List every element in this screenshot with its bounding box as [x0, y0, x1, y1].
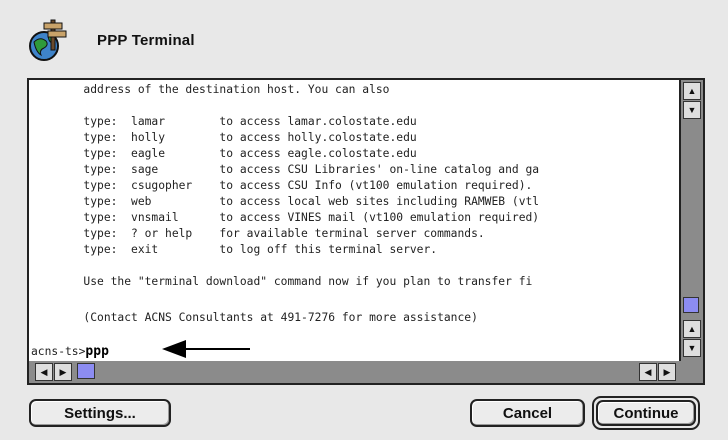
terminal-line: type: exit to log off this terminal serv…	[29, 243, 438, 256]
terminal-output: address of the destination host. You can…	[29, 80, 684, 360]
scroll-right-icon[interactable]: ▶	[658, 363, 676, 381]
terminal-line: type: vnsmail to access VINES mail (vt10…	[29, 211, 540, 224]
horizontal-scrollbar[interactable]: ◀ ▶ ◀ ▶	[27, 361, 705, 385]
terminal-line: type: lamar to access lamar.colostate.ed…	[29, 115, 417, 128]
terminal-area[interactable]: address of the destination host. You can…	[27, 78, 681, 385]
scroll-down-icon[interactable]: ▼	[683, 101, 701, 119]
command-input[interactable]: ppp	[85, 344, 108, 359]
terminal-line: type: holly to access holly.colostate.ed…	[29, 131, 417, 144]
ppp-signpost-globe-icon	[29, 19, 67, 61]
terminal-line: (Contact ACNS Consultants at 491-7276 fo…	[29, 311, 478, 324]
terminal-line: type: eagle to access eagle.colostate.ed…	[29, 147, 417, 160]
terminal-line: type: ? or help for available terminal s…	[29, 227, 485, 240]
continue-button[interactable]: Continue	[596, 400, 696, 426]
terminal-line: type: web to access local web sites incl…	[29, 195, 540, 208]
scroll-left-icon[interactable]: ◀	[639, 363, 657, 381]
terminal-line: type: sage to access CSU Libraries' on-l…	[29, 163, 540, 176]
scroll-up-icon[interactable]: ▲	[683, 82, 701, 100]
terminal-line: Use the "terminal download" command now …	[29, 275, 533, 288]
command-prompt: acns-ts>	[31, 345, 86, 358]
scroll-right-icon[interactable]: ▶	[54, 363, 72, 381]
window-title: PPP Terminal	[97, 32, 195, 49]
scroll-up-icon[interactable]: ▲	[683, 320, 701, 338]
command-line[interactable]: acns-ts>ppp	[31, 344, 109, 359]
ppp-terminal-dialog: PPP Terminal address of the destination …	[0, 0, 728, 440]
vertical-scroll-thumb[interactable]	[683, 297, 699, 313]
vertical-scrollbar[interactable]: ▲ ▼ ▲ ▼	[681, 78, 705, 363]
horizontal-scroll-thumb[interactable]	[77, 363, 95, 379]
scroll-left-icon[interactable]: ◀	[35, 363, 53, 381]
pointer-arrow-icon	[162, 340, 250, 358]
terminal-line: type: csugopher to access CSU Info (vt10…	[29, 179, 533, 192]
scroll-down-icon[interactable]: ▼	[683, 339, 701, 357]
cancel-button[interactable]: Cancel	[470, 399, 585, 427]
settings-button[interactable]: Settings...	[29, 399, 171, 427]
terminal-line: address of the destination host. You can…	[29, 83, 390, 96]
